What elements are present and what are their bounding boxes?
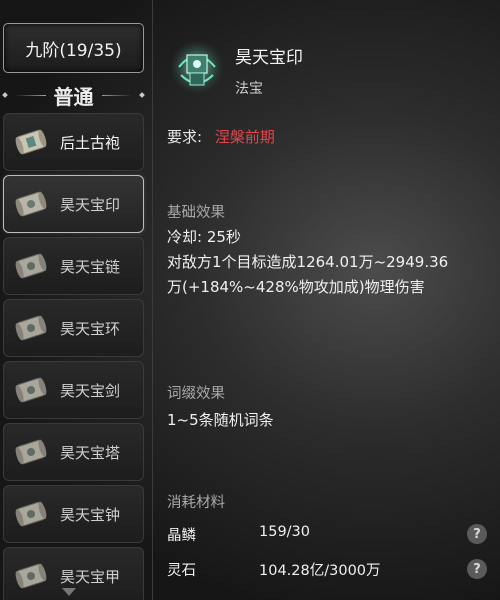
affix-effect-title: 词缀效果 (167, 386, 225, 402)
scroll-icon (11, 372, 51, 407)
help-icon[interactable]: ? (467, 524, 487, 544)
requirement-label: 要求: (167, 128, 203, 146)
diamond-icon (2, 92, 8, 98)
scroll-icon (11, 434, 51, 469)
section-label: 普通 (53, 84, 94, 109)
affix-text: 1~5条随机词条 (167, 411, 274, 429)
section-header: 普通 (2, 82, 145, 109)
item-type: 法宝 (235, 81, 263, 97)
scroll-down-arrow-icon[interactable] (62, 588, 76, 596)
item-label: 昊天宝塔 (60, 443, 121, 462)
item-label: 昊天宝剑 (60, 381, 121, 400)
list-item-haotian-baozhong[interactable]: 昊天宝钟 (3, 485, 144, 543)
list-item-haotian-baohuan[interactable]: 昊天宝环 (3, 299, 144, 357)
item-name: 昊天宝印 (235, 48, 303, 68)
item-label: 昊天宝环 (60, 319, 121, 338)
diamond-icon (139, 92, 145, 98)
tier-button[interactable]: 九阶(19/35) (3, 23, 144, 73)
material-amount: 159/30 (259, 524, 311, 540)
left-column: 九阶(19/35) 普通 后土古袍 昊天宝印 昊天宝链 昊天宝环 昊天宝剑 昊天… (0, 0, 150, 600)
divider (101, 94, 132, 96)
detail-panel: 昊天宝印 法宝 要求: 涅槃前期 基础效果 冷却: 25秒 对敌方1个目标造成1… (152, 0, 500, 600)
scroll-icon (11, 186, 51, 221)
requirement: 要求: 涅槃前期 (167, 126, 275, 147)
material-amount: 104.28亿/3000万 (259, 563, 381, 579)
materials-title: 消耗材料 (167, 495, 225, 511)
base-effect-title: 基础效果 (167, 205, 225, 221)
tier-label: 九阶(19/35) (25, 40, 122, 61)
item-label: 昊天宝钟 (60, 505, 121, 524)
requirement-value: 涅槃前期 (214, 128, 275, 146)
help-icon[interactable]: ? (467, 559, 487, 579)
list-item-haotian-baoyin[interactable]: 昊天宝印 (3, 175, 144, 233)
cooldown-text: 冷却: 25秒 (167, 228, 241, 246)
scroll-icon (11, 496, 51, 531)
material-row: 灵石 104.28亿/3000万 ? (167, 559, 487, 581)
list-item-houtu-gupao[interactable]: 后土古袍 (3, 113, 144, 171)
list-item-haotian-baojian[interactable]: 昊天宝剑 (3, 361, 144, 419)
item-label: 昊天宝印 (60, 195, 121, 214)
effect-line-2: 万(+184%~428%物攻加成)物理伤害 (167, 278, 425, 296)
scroll-icon (11, 248, 51, 283)
divider (15, 94, 46, 96)
effect-line-1: 对敌方1个目标造成1264.01万~2949.36 (167, 253, 449, 271)
list-item-haotian-baolian[interactable]: 昊天宝链 (3, 237, 144, 295)
list-item-haotian-baota[interactable]: 昊天宝塔 (3, 423, 144, 481)
material-name: 晶鳞 (167, 528, 196, 544)
scroll-icon (11, 558, 51, 593)
scroll-icon (11, 124, 51, 159)
seal-icon (169, 37, 225, 97)
material-row: 晶鳞 159/30 ? (167, 524, 487, 546)
item-label: 后土古袍 (60, 133, 121, 152)
scroll-icon (11, 310, 51, 345)
item-label: 昊天宝链 (60, 257, 121, 276)
material-name: 灵石 (167, 563, 196, 579)
item-label: 昊天宝甲 (60, 567, 121, 586)
